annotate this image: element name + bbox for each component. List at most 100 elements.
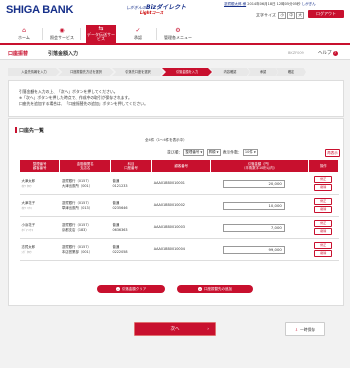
- col-header: 金融機関名 支店名: [59, 159, 111, 173]
- clear-amount-button[interactable]: − 引落金額クリア: [97, 285, 165, 293]
- customer-number: AAA01BB0010001: [151, 172, 211, 195]
- nav-label: データ伝送サービス: [87, 32, 115, 41]
- step-2: 口座振替先方法を選択: [58, 68, 114, 76]
- nav-label: 承認: [134, 35, 142, 40]
- login-time: 2014年06月18日 12時05分05秒: [247, 2, 301, 6]
- progress-steps: 入金先情報を入力 口座振替先方法を選択 引落先口座を選択 引落金額を入力 内容確…: [8, 68, 342, 76]
- global-nav: ⌂ ホーム ◉ 照会サービス ⇆ データ伝送サービス ✓ 承認 ⚙ 管理各メニュー: [0, 25, 350, 45]
- row-actions: 修正 削除: [308, 238, 339, 261]
- nav-data-transfer[interactable]: ⇆ データ伝送サービス: [86, 25, 116, 44]
- per-page-select[interactable]: 10件▼: [242, 149, 258, 156]
- temporary-save-button[interactable]: ⇩ 一時保存: [285, 322, 325, 336]
- bank-branch: 滋賀銀行（0157） 草津出張所（013）: [59, 194, 111, 217]
- col-header: 引落金額（円） （半角数字10桁以内）: [210, 159, 309, 173]
- search-icon: ◉: [59, 27, 65, 34]
- account: 普通 0235646: [110, 194, 152, 217]
- screen-code: BKZF009: [288, 51, 304, 55]
- page-title: 引落金額入力: [48, 51, 79, 57]
- service-sub: Lightコース: [140, 10, 164, 15]
- sort-field-select[interactable]: 整理番号▼: [183, 149, 205, 156]
- table-row: 志賀太郎 ｼｶﾞ ﾀﾛｳ 滋賀銀行（0157） 本店営業部（001） 普通 02220…: [19, 238, 339, 261]
- sort-controls: 並び順： 整理番号▼ 昇順▼ 表示件数： 10件▼: [167, 149, 259, 156]
- add-payer-button[interactable]: + 口座振替先の追加: [177, 285, 253, 293]
- approval-icon: ✓: [135, 27, 141, 34]
- delete-button[interactable]: 削除: [314, 206, 333, 213]
- clear-icon: −: [115, 287, 120, 291]
- modify-button[interactable]: 修正: [314, 198, 333, 205]
- user-info: 滋賀銀太郎 様 2014年06月18日 12時05分05秒 しがぎん: [224, 2, 316, 7]
- help-label: ヘルプ: [318, 51, 332, 56]
- customer-number: AAA01BB0010004: [151, 238, 211, 261]
- home-icon: ⌂: [22, 27, 26, 34]
- bank-branch: 滋賀銀行（0157） 本店営業部（001）: [59, 238, 111, 261]
- amount-cell: 7,000: [210, 216, 309, 239]
- nav-inquiry[interactable]: ◉ 照会サービス: [44, 25, 80, 43]
- help-icon: ?: [332, 51, 338, 56]
- next-button[interactable]: 次へ ›: [134, 322, 216, 336]
- table-row: 大津太郎 ｵｵﾂ ﾀﾛｳ 滋賀銀行（0157） 大津出張所（001） 普通 01212…: [19, 172, 339, 195]
- user-name[interactable]: 滋賀銀太郎 様: [224, 2, 246, 6]
- payer-name: 大津太郎 ｵｵﾂ ﾀﾛｳ: [19, 172, 60, 195]
- col-header: 操作: [307, 159, 340, 173]
- delete-button[interactable]: 削除: [314, 184, 333, 191]
- step-4-current: 引落金額を入力: [162, 68, 212, 76]
- delete-button[interactable]: 削除: [314, 228, 333, 235]
- nav-home[interactable]: ⌂ ホーム: [6, 25, 42, 43]
- bank-branch: 滋賀銀行（0157） 京都支店（183）: [59, 216, 111, 239]
- payer-name: 志賀太郎 ｼｶﾞ ﾀﾛｳ: [19, 238, 60, 261]
- step-1: 入金先情報を入力: [8, 68, 60, 76]
- section-title: 口座先一覧: [14, 127, 45, 134]
- col-header: 顧客番号: [151, 159, 212, 173]
- font-size-switcher: 文字サイズ 小中大: [256, 12, 305, 19]
- amount-input[interactable]: 99,000: [222, 245, 285, 254]
- amount-cell: 99,000: [210, 238, 309, 261]
- delete-button[interactable]: 削除: [314, 250, 333, 257]
- per-page-label: 表示件数：: [222, 149, 242, 155]
- result-count: 全4件（1〜4件を表示中）: [145, 138, 187, 142]
- account: 普通 0222058: [110, 238, 152, 261]
- page-titlebar: 口座振替 引落金額入力 BKZF009 ヘルプ?: [0, 45, 350, 60]
- save-icon: ⇩: [294, 327, 298, 332]
- font-medium-button[interactable]: 中: [287, 12, 296, 19]
- plus-icon: +: [198, 287, 202, 291]
- customer-number: AAA01BB0010002: [151, 194, 211, 217]
- nav-label: 管理各メニュー: [164, 35, 192, 40]
- table-header-row: 整理番号 顧客番号 金融機関名 支店名 科目 口座番号 顧客番号 引落金額（円） （半角…: [18, 159, 340, 173]
- col-header: 科目 口座番号: [109, 159, 153, 173]
- modify-button[interactable]: 修正: [314, 242, 333, 249]
- amount-input[interactable]: 20,000: [222, 179, 285, 188]
- modify-button[interactable]: 修正: [314, 176, 333, 183]
- nav-label: 照会サービス: [50, 35, 74, 40]
- step-5: 内容確認: [210, 68, 250, 76]
- payer-name: 大津花子 ｵｵﾂ ﾊﾅｺ: [19, 194, 60, 217]
- bank-branch: 滋賀銀行（0157） 大津出張所（001）: [59, 172, 111, 195]
- help-link[interactable]: ヘルプ?: [318, 50, 338, 56]
- payer-name: 小浜花子 ｵﾊﾞﾏ ﾊﾅｺ: [19, 216, 60, 239]
- amount-input[interactable]: 7,000: [222, 223, 285, 232]
- nav-admin[interactable]: ⚙ 管理各メニュー: [158, 25, 198, 43]
- account: 普通 0121233: [110, 172, 152, 195]
- customer-number: AAA01BB0010003: [151, 216, 211, 239]
- amount-cell: 10,000: [210, 194, 309, 217]
- logout-button[interactable]: ログアウト: [308, 10, 344, 18]
- bank-logo[interactable]: SHIGA BANK: [6, 4, 73, 16]
- instruction-line: 口座先を追加する場合は、「口座振替先の追加」ボタンを押してください。: [19, 101, 148, 106]
- font-small-button[interactable]: 小: [278, 12, 287, 19]
- row-actions: 修正 削除: [308, 172, 339, 195]
- modify-button[interactable]: 修正: [314, 220, 333, 227]
- payer-list-panel: 口座先一覧 全4件（1〜4件を表示中） 並び順： 整理番号▼ 昇順▼ 表示件数：…: [8, 118, 344, 306]
- step-6: 承認: [248, 68, 278, 76]
- top-header: SHIGA BANK しがぎんのBizダイレクト Lightコース 滋賀銀太郎 …: [0, 0, 350, 25]
- redisplay-button[interactable]: 再表示: [325, 149, 340, 157]
- amount-input[interactable]: 10,000: [222, 201, 285, 210]
- nav-label: ホーム: [18, 35, 30, 40]
- nav-approval[interactable]: ✓ 承認: [120, 25, 156, 43]
- table-row: 小浜花子 ｵﾊﾞﾏ ﾊﾅｺ 滋賀銀行（0157） 京都支店（183） 普通 06363…: [19, 216, 339, 239]
- row-actions: 修正 削除: [308, 216, 339, 239]
- sort-order-select[interactable]: 昇順▼: [206, 149, 221, 156]
- instruction-box: 引落金額を入力の上、「次へ」ボタンを押してください。 ※「次へ」ボタンを押した時…: [8, 80, 344, 117]
- table-row: 大津花子 ｵｵﾂ ﾊﾅｺ 滋賀銀行（0157） 草津出張所（013） 普通 02356…: [19, 194, 339, 217]
- font-large-button[interactable]: 大: [296, 12, 305, 19]
- row-actions: 修正 削除: [308, 194, 339, 217]
- account: 普通 0636363: [110, 216, 152, 239]
